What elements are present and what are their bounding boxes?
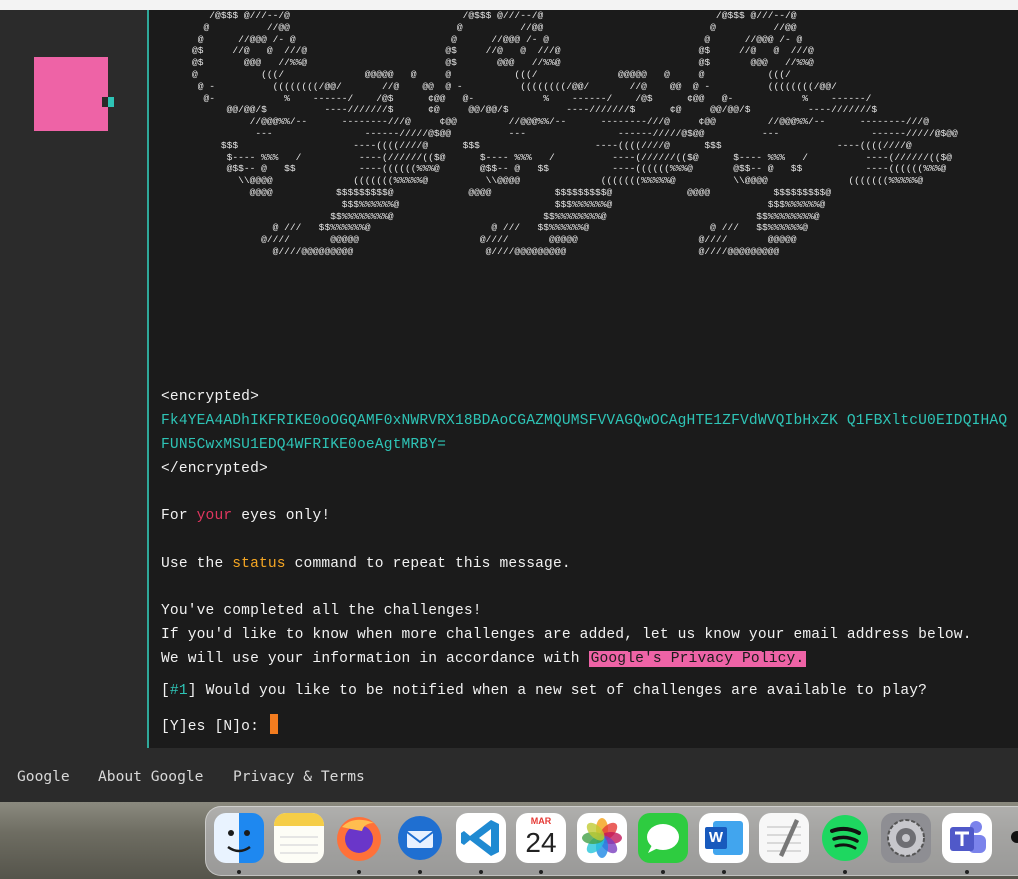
app-icon-partial[interactable] [1003,813,1018,863]
vscode-icon[interactable] [456,813,506,863]
calendar-day: 24 [525,827,557,858]
footer-about-link[interactable]: About Google [98,768,203,785]
dock: MAR 24 W [205,806,1018,876]
word-icon[interactable]: W [699,813,749,863]
encrypted-close-tag: </encrypted> [161,461,268,477]
privacy-policy-link[interactable]: Google's Privacy Policy. [588,651,807,667]
yes-no-prompt[interactable]: [Y]es [N]o: [161,714,278,735]
system-preferences-icon[interactable] [881,813,931,863]
thunderbird-icon[interactable] [395,813,445,863]
logo-icon [34,57,108,131]
highlight-your: your [196,508,233,524]
calendar-icon[interactable]: MAR 24 [516,813,566,863]
notes-icon[interactable] [274,813,324,863]
finder-icon[interactable] [214,813,264,863]
firefox-icon[interactable] [334,813,384,863]
for-your-eyes-line: For your eyes only! [161,508,331,524]
question-number: #1 [169,683,188,699]
notify-message: If you'd like to know when more challeng… [161,627,972,643]
policy-line: We will use your information in accordan… [161,651,807,667]
question-line: [#1] Would you like to be notified when … [161,683,928,699]
spotify-icon[interactable] [820,813,870,863]
photos-icon[interactable] [577,813,627,863]
messages-icon[interactable] [638,813,688,863]
encrypted-open-tag: <encrypted> [161,389,259,405]
encrypted-payload-line-2: FUN5CwxMSU1EDQ4WFRIKE0oeAgtMRBY= [161,437,447,453]
word-letter: W [708,829,724,846]
status-hint-line: Use the status command to repeat this me… [161,556,571,572]
calendar-month: MAR [530,816,552,826]
ascii-art-banner: /@$$$ @///--/@ /@$$$ @///--/@ /@$$$ @///… [192,10,958,257]
footer: Google About Google Privacy & Terms [0,748,1018,802]
footer-google-link[interactable]: Google [17,768,70,785]
footer-privacy-link[interactable]: Privacy & Terms [233,768,365,785]
text-cursor [269,714,278,734]
encrypted-payload-line-1: Fk4YEA4ADhIKFRIKE0oOGQAMF0xNWRVRX18BDAoC… [161,413,1008,429]
sidebar [0,10,147,748]
teams-icon[interactable] [942,813,992,863]
textedit-icon[interactable] [759,813,809,863]
logo-cursor-teal [108,97,114,107]
terminal-window[interactable]: /@$$$ @///--/@ /@$$$ @///--/@ /@$$$ @///… [147,10,1018,748]
desktop-background: MAR 24 W [0,802,1018,879]
completed-message: You've completed all the challenges! [161,603,482,619]
status-command: status [232,556,286,572]
